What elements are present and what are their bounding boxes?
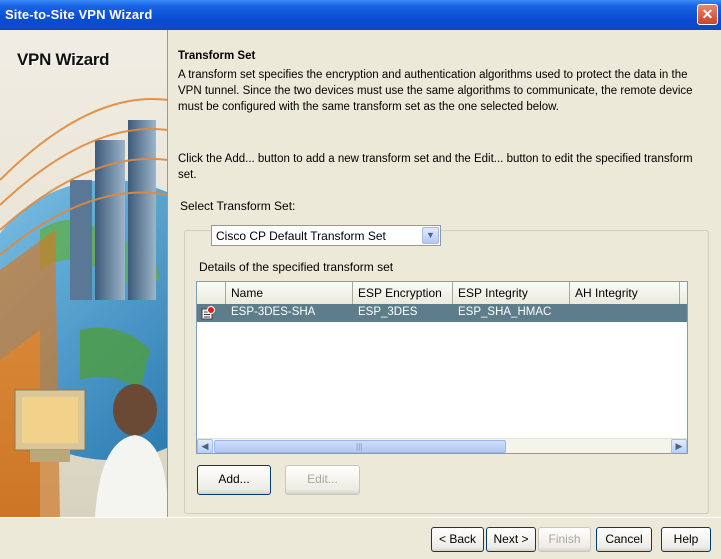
column-header-esp-integrity[interactable]: ESP Integrity [453, 282, 570, 304]
transform-set-icon [201, 306, 215, 320]
scroll-thumb[interactable]: ||| [214, 440, 506, 453]
add-button[interactable]: Add... [197, 465, 271, 495]
wizard-name: VPN Wizard [17, 50, 110, 69]
select-transform-set-label: Select Transform Set: [180, 199, 296, 213]
back-button[interactable]: < Back [431, 527, 484, 552]
details-label: Details of the specified transform set [199, 260, 394, 274]
table-header: Name ESP Encryption ESP Integrity AH Int… [197, 282, 687, 304]
column-header-esp-encryption[interactable]: ESP Encryption [353, 282, 453, 304]
section-instructions: Click the Add... button to add a new tra… [178, 153, 693, 181]
scroll-grip: ||| [356, 442, 363, 451]
edit-button[interactable]: Edit... [285, 465, 360, 495]
column-header-name[interactable]: Name [226, 282, 353, 304]
column-header-filler [680, 282, 687, 304]
transform-set-table[interactable]: Name ESP Encryption ESP Integrity AH Int… [196, 281, 688, 454]
transform-set-dropdown[interactable]: Cisco CP Default Transform Set ▼ [211, 225, 441, 246]
scroll-right-icon[interactable]: ▶ [671, 439, 687, 453]
column-header-icon[interactable] [197, 282, 226, 304]
close-button[interactable]: ✕ [697, 4, 718, 25]
chevron-down-icon[interactable]: ▼ [422, 227, 439, 244]
help-button[interactable]: Help [661, 527, 711, 552]
footer-separator [0, 517, 721, 518]
window-title: Site-to-Site VPN Wizard [5, 7, 153, 22]
cell-name: ESP-3DES-SHA [231, 306, 316, 318]
cell-esp-encryption: ESP_3DES [358, 306, 418, 318]
horizontal-scrollbar[interactable]: ◀ ||| ▶ [197, 438, 687, 453]
content-pane: Transform Set A transform set specifies … [169, 30, 721, 517]
cancel-button[interactable]: Cancel [596, 527, 652, 552]
section-description: A transform set specifies the encryption… [178, 69, 693, 113]
network-illustration [0, 98, 167, 517]
scroll-left-icon[interactable]: ◀ [197, 439, 213, 453]
cell-esp-integrity: ESP_SHA_HMAC [458, 306, 552, 318]
table-row[interactable]: ESP-3DES-SHA ESP_3DES ESP_SHA_HMAC [197, 304, 687, 322]
wizard-banner: VPN Wizard [0, 30, 168, 517]
column-header-ah-integrity[interactable]: AH Integrity [570, 282, 680, 304]
section-title: Transform Set [178, 50, 256, 62]
finish-button[interactable]: Finish [538, 527, 591, 552]
next-button[interactable]: Next > [486, 527, 536, 552]
title-bar: Site-to-Site VPN Wizard ✕ [0, 0, 721, 30]
dropdown-value: Cisco CP Default Transform Set [216, 229, 386, 243]
close-icon: ✕ [701, 6, 714, 22]
